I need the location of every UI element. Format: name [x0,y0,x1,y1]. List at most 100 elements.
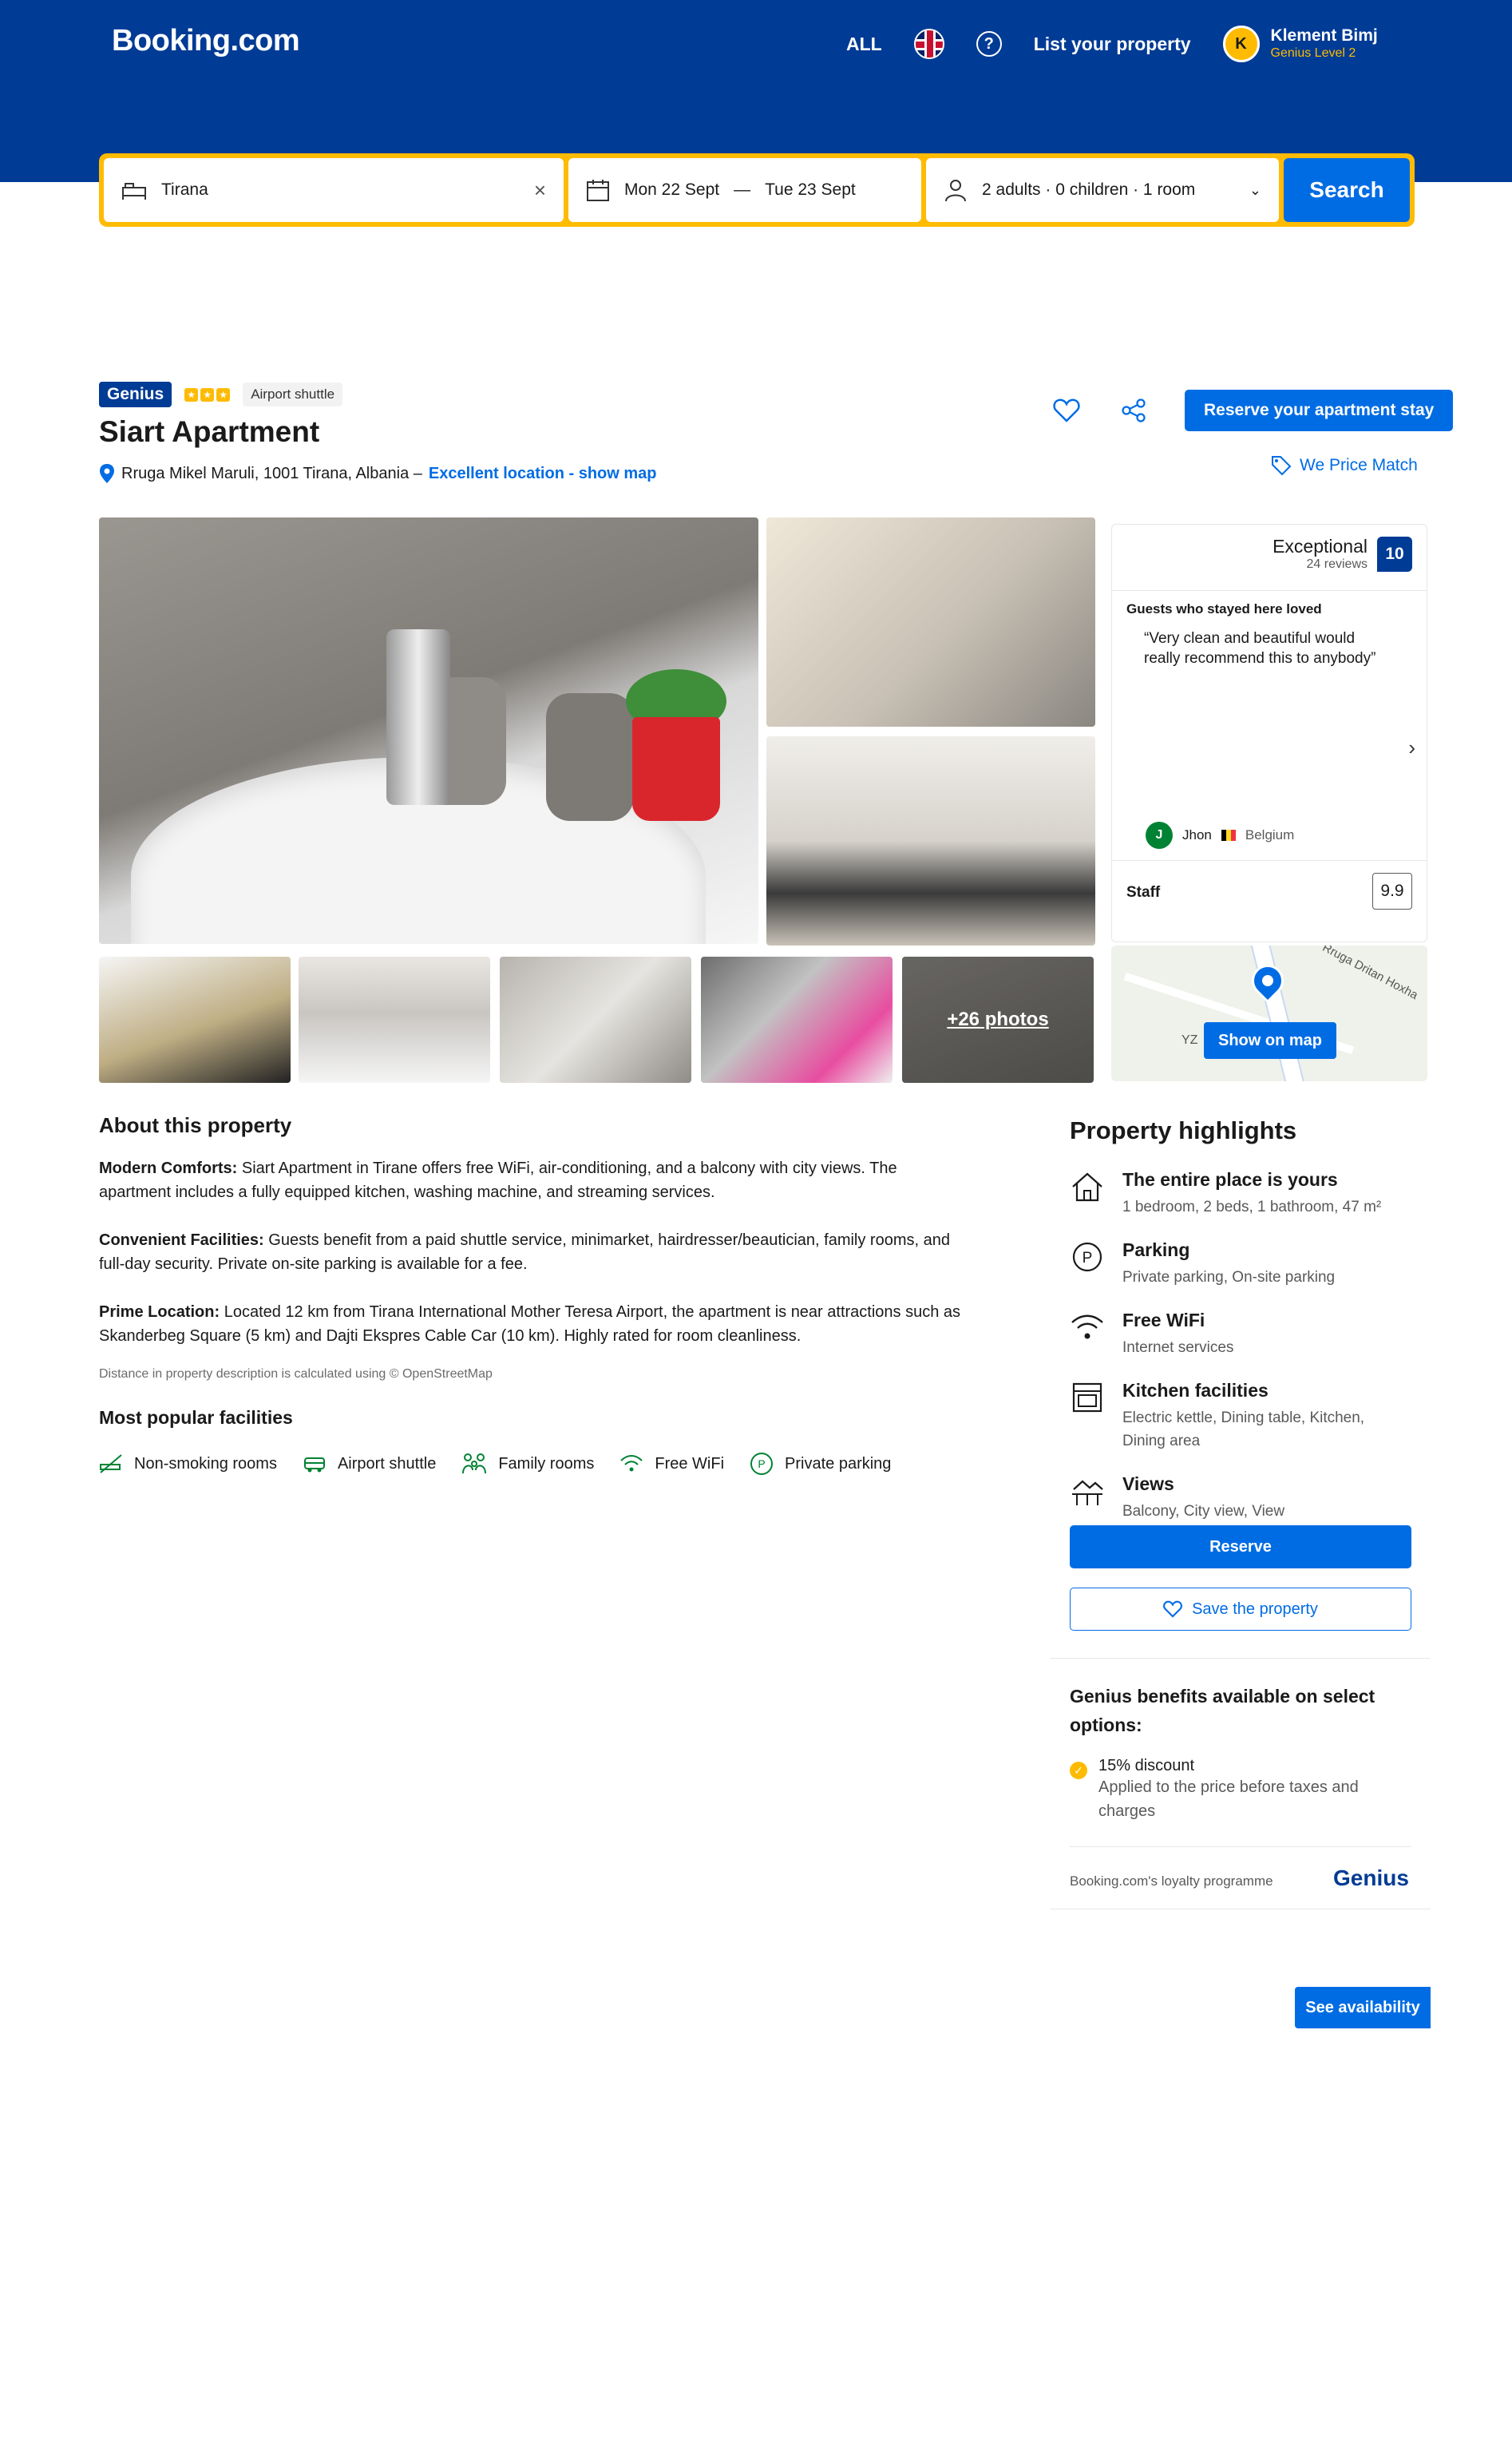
genius-benefit-name: 15% discount [1098,1757,1195,1774]
occupancy-value[interactable]: 2 adults · 0 children · 1 room [982,180,1235,200]
star-icon [200,387,215,402]
highlight-item: Kitchen facilities Electric kettle, Dini… [1070,1380,1418,1453]
about-paragraph: Modern Comforts: Siart Apartment in Tira… [99,1156,961,1204]
kitchen-thumbnail[interactable] [701,957,893,1083]
main-photo[interactable] [99,517,758,944]
map-place-label: YZ [1181,1033,1198,1047]
genius-benefits-title: Genius benefits available on select opti… [1070,1686,1375,1735]
facility-item: Non-smoking rooms [99,1453,277,1474]
belgium-flag-icon [1221,830,1236,841]
check-icon: ✓ [1070,1762,1087,1779]
title-actions: Reserve your apartment stay [1051,390,1454,431]
heart-icon[interactable] [1051,394,1083,426]
property-tags: Genius Airport shuttle [99,382,343,407]
reserve-apartment-button[interactable]: Reserve your apartment stay [1185,390,1454,431]
map-preview[interactable]: Rruga Dritan Hoxha YZ Show on map [1111,946,1427,1081]
currency-button[interactable]: ALL [846,34,882,55]
highlight-item: Views Balcony, City view, View [1070,1473,1418,1523]
facility-item: P Private parking [750,1452,891,1476]
more-photos-thumbnail[interactable]: +26 photos [902,957,1094,1083]
living-room-photo[interactable] [766,517,1095,727]
show-map-link[interactable]: Excellent location - show map [429,465,657,483]
bedroom-thumbnail[interactable] [299,957,490,1083]
about-title: About this property [99,1113,292,1137]
save-property-button[interactable]: Save the property [1070,1588,1411,1631]
oven-icon [1070,1380,1105,1415]
chevron-down-icon[interactable]: ⌄ [1249,182,1261,199]
occupancy-field[interactable]: 2 adults · 0 children · 1 room ⌄ [926,158,1279,222]
popular-facilities-title: Most popular facilities [99,1407,293,1428]
location-pin-icon [100,464,114,483]
wifi-icon [1070,1310,1105,1345]
user-menu[interactable]: K Klement Bimj Genius Level 2 [1222,26,1378,62]
genius-badge: Genius [99,382,172,407]
booking-logo[interactable]: Booking.com [112,24,300,58]
reviewer-name: Jhon [1182,827,1212,842]
distance-disclaimer: Distance in property description is calc… [99,1367,493,1381]
pot-shape [632,717,720,821]
calendar-icon [587,180,609,201]
facility-label: Private parking [785,1454,892,1473]
date-field[interactable]: Mon 22 Sept — Tue 23 Sept [568,158,921,222]
guests-loved-heading: Guests who stayed here loved [1126,601,1322,616]
highlight-name: Free WiFi [1122,1310,1205,1330]
about-paragraph: Convenient Facilities: Guests benefit fr… [99,1228,961,1276]
reviewer-avatar: J [1146,822,1173,849]
price-match-label: We Price Match [1300,456,1418,474]
view-icon [1070,1473,1105,1509]
highlight-name: The entire place is yours [1122,1169,1338,1190]
facility-label: Airport shuttle [337,1454,437,1473]
review-word: Exceptional [1273,536,1368,557]
destination-input[interactable]: Tirana [161,180,520,200]
highlight-desc: Private parking, On-site parking [1122,1269,1336,1286]
person-icon [945,180,966,202]
destination-field[interactable]: Tirana × [104,158,564,222]
map-pin-icon [1245,957,1291,1004]
bathroom-thumbnail[interactable] [500,957,691,1083]
about-paragraph: Prime Location: Located 12 km from Tiran… [99,1300,961,1348]
lounge-photo[interactable] [766,736,1095,946]
see-availability-button[interactable]: See availability [1295,1987,1431,2028]
price-match-link[interactable]: We Price Match [1271,455,1418,476]
checkin-date[interactable]: Mon 22 Sept [624,180,719,200]
chevron-right-icon[interactable]: › [1408,735,1415,760]
uk-flag-icon[interactable] [913,29,944,59]
popular-facilities: Non-smoking rooms Airport shuttle Family… [99,1452,891,1476]
highlight-item: The entire place is yours 1 bedroom, 2 b… [1070,1169,1418,1219]
review-score-header[interactable]: Exceptional 24 reviews 10 [1273,536,1412,572]
facility-item: Family rooms [461,1453,594,1475]
genius-benefit: ✓ 15% discount Applied to the price befo… [1070,1757,1386,1823]
staff-label: Staff [1126,884,1161,901]
divider [1051,1658,1431,1659]
save-property-label: Save the property [1192,1600,1318,1618]
thumbnail-photo[interactable] [99,957,291,1083]
genius-benefit-desc: Applied to the price before taxes and ch… [1098,1778,1359,1820]
more-photos-link[interactable]: +26 photos [902,957,1094,1083]
search-button[interactable]: Search [1284,158,1410,222]
reserve-button[interactable]: Reserve [1070,1525,1411,1568]
paragraph-heading: Convenient Facilities: [99,1231,264,1249]
facility-item: Airport shuttle [303,1453,436,1474]
svg-text:P: P [758,1457,765,1470]
avatar: K [1222,26,1260,62]
show-on-map-button[interactable]: Show on map [1204,1022,1336,1059]
bed-icon [122,183,146,200]
highlight-desc: Internet services [1122,1339,1234,1356]
share-icon[interactable] [1118,394,1150,426]
checkout-date[interactable]: Tue 23 Sept [765,180,856,200]
list-property-link[interactable]: List your property [1034,34,1191,55]
star-icon [184,387,199,402]
review-quote: “Very clean and beautiful would really r… [1144,630,1376,667]
search-bar: Tirana × Mon 22 Sept — Tue 23 Sept 2 adu… [99,153,1415,227]
map-road [1248,946,1313,1081]
genius-level: Genius Level 2 [1270,46,1356,60]
facility-item: Free WiFi [619,1453,724,1474]
svg-text:P: P [1083,1250,1093,1267]
paragraph-heading: Prime Location: [99,1303,220,1321]
rating-stars [184,387,231,402]
user-name: Klement Bimj [1270,26,1378,45]
clear-icon[interactable]: × [534,178,546,203]
question-circle-icon[interactable]: ? [976,31,1002,57]
parking-icon: P [1070,1239,1105,1275]
highlight-name: Parking [1122,1239,1190,1260]
